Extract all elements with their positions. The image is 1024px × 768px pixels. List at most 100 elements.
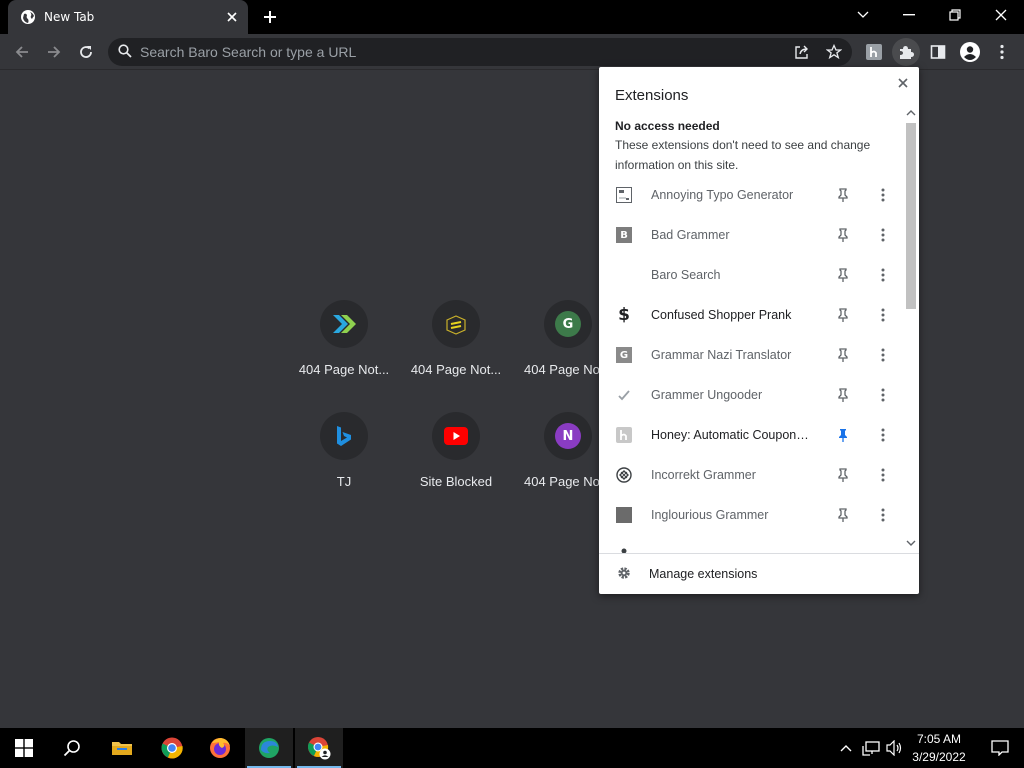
extension-item[interactable]: Inglourious Grammer (599, 495, 902, 535)
extension-name: Confused Shopper Prank (651, 308, 792, 322)
firefox-icon (210, 738, 230, 758)
checkmark-icon (616, 387, 632, 403)
extension-name: Annoying Typo Generator (651, 188, 794, 202)
firefox-button[interactable] (196, 728, 244, 768)
shortcut-tile[interactable]: TJ (288, 404, 400, 516)
shortcut-tile[interactable]: Site Blocked (400, 404, 512, 516)
section-header: No access needed These extensions don't … (599, 113, 902, 175)
letter-g-icon: G (544, 300, 592, 348)
omnibox-input[interactable] (140, 44, 740, 60)
network-button[interactable] (858, 728, 884, 768)
show-hidden-icons-button[interactable] (834, 728, 858, 768)
pin-icon[interactable] (835, 187, 851, 203)
extension-item-partial[interactable] (599, 535, 902, 553)
more-options-icon[interactable] (873, 385, 893, 405)
share-icon[interactable] (794, 44, 810, 64)
arrow-chevrons-icon (320, 300, 368, 348)
extension-item[interactable]: Honey: Automatic Coupons... (599, 415, 902, 455)
extension-item[interactable]: Annoying Typo Generator (599, 175, 902, 215)
tab-title: New Tab (44, 10, 95, 24)
more-options-icon[interactable] (873, 305, 893, 325)
extensions-puzzle-icon[interactable] (892, 38, 920, 66)
pin-icon[interactable] (835, 267, 851, 283)
extension-name: Honey: Automatic Coupons... (651, 428, 811, 442)
more-options-icon[interactable] (873, 465, 893, 485)
edge-button[interactable] (245, 728, 293, 768)
more-options-icon[interactable] (873, 265, 893, 285)
back-button[interactable] (8, 38, 36, 66)
taskbar: 7:05 AM 3/29/2022 (0, 728, 1024, 768)
new-tab-button[interactable] (258, 6, 282, 28)
minimize-button[interactable] (886, 0, 932, 30)
start-button[interactable] (0, 728, 48, 768)
menu-kebab-icon[interactable] (988, 38, 1016, 66)
extension-name: Grammar Nazi Translator (651, 348, 792, 362)
spiral-icon (616, 467, 632, 483)
tab-new-tab[interactable]: New Tab (8, 0, 248, 34)
letter-n-icon: N (544, 412, 592, 460)
shortcut-tile[interactable]: 404 Page Not... (288, 292, 400, 404)
clock[interactable]: 7:05 AM 3/29/2022 (906, 730, 972, 766)
shortcut-label: 404 Page Not... (410, 362, 502, 377)
notifications-button[interactable] (976, 728, 1024, 768)
extension-item[interactable]: Incorrekt Grammer (599, 455, 902, 495)
letter-g-icon: G (616, 347, 632, 363)
bookmark-star-icon[interactable] (825, 43, 843, 64)
more-options-icon[interactable] (873, 225, 893, 245)
extension-item[interactable]: G Grammar Nazi Translator (599, 335, 902, 375)
box-icon (432, 300, 480, 348)
scroll-down-icon (906, 540, 916, 546)
pin-icon[interactable] (835, 347, 851, 363)
shortcut-label: 404 Page Not... (298, 362, 390, 377)
more-options-icon[interactable] (873, 185, 893, 205)
close-icon[interactable] (222, 7, 242, 27)
chrome-profile-icon (308, 737, 331, 760)
tab-search-chevron-icon[interactable] (840, 0, 886, 30)
extension-item[interactable]: $ Confused Shopper Prank (599, 295, 902, 335)
shortcut-tile[interactable]: 404 Page Not... (400, 292, 512, 404)
pin-icon[interactable] (835, 387, 851, 403)
extension-item[interactable]: Grammer Ungooder (599, 375, 902, 415)
extensions-list[interactable]: No access needed These extensions don't … (599, 113, 902, 553)
forward-button[interactable] (40, 38, 68, 66)
profile-avatar-icon[interactable] (956, 38, 984, 66)
file-explorer-button[interactable] (98, 728, 146, 768)
close-window-button[interactable] (978, 0, 1024, 30)
reload-button[interactable] (72, 38, 100, 66)
omnibox[interactable] (108, 38, 852, 66)
scrollbar-thumb[interactable] (906, 123, 916, 309)
scrollbar[interactable] (902, 107, 918, 551)
chrome-profile-button[interactable] (295, 728, 343, 768)
chrome-button[interactable] (148, 728, 196, 768)
manage-extensions-button[interactable]: Manage extensions (599, 553, 919, 594)
pin-icon[interactable] (835, 307, 851, 323)
youtube-icon (432, 412, 480, 460)
extensions-panel: Extensions No access needed These extens… (599, 67, 919, 594)
chrome-icon (161, 737, 183, 759)
folder-icon (112, 742, 132, 755)
browser-toolbar (0, 34, 1024, 70)
pin-active-icon[interactable] (835, 427, 851, 443)
extension-item[interactable]: Baro Search (599, 255, 902, 295)
side-panel-icon[interactable] (924, 38, 952, 66)
more-options-icon[interactable] (873, 345, 893, 365)
search-icon (118, 43, 132, 62)
pin-icon[interactable] (835, 467, 851, 483)
globe-icon (20, 9, 36, 25)
pin-icon[interactable] (835, 227, 851, 243)
honey-extension-icon[interactable] (860, 38, 888, 66)
restore-button[interactable] (932, 0, 978, 30)
more-options-icon[interactable] (873, 425, 893, 445)
edge-icon (259, 738, 279, 758)
gray-square-icon (616, 507, 632, 523)
panel-title: Extensions (615, 87, 689, 104)
manage-extensions-label: Manage extensions (649, 567, 758, 581)
close-icon[interactable] (893, 73, 913, 93)
volume-button[interactable] (884, 728, 906, 768)
search-button[interactable] (48, 728, 96, 768)
extension-item[interactable]: B Bad Grammer (599, 215, 902, 255)
more-options-icon[interactable] (873, 505, 893, 525)
windows-logo-icon (15, 739, 33, 757)
pin-icon[interactable] (835, 507, 851, 523)
shortcut-label: Site Blocked (419, 474, 493, 489)
